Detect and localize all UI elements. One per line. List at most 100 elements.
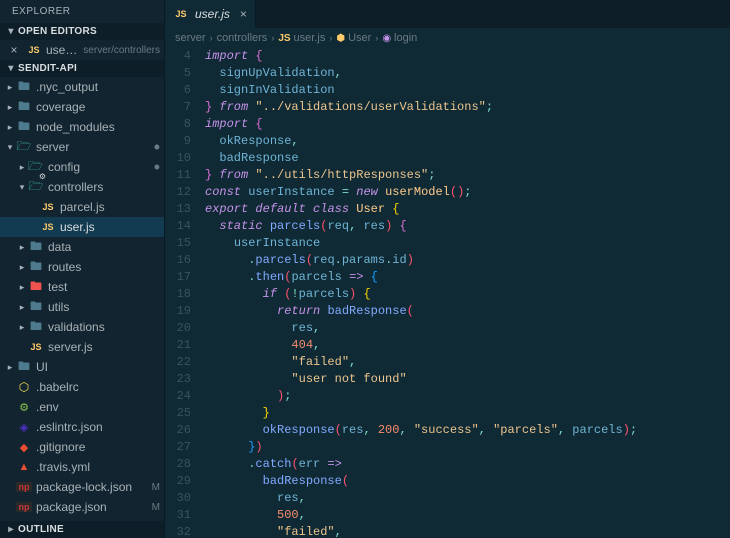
tree-item[interactable]: ▸🖿test xyxy=(0,277,164,297)
js-icon: JS xyxy=(26,45,42,55)
method-icon: ◉ xyxy=(382,33,391,44)
tree-item-label: server xyxy=(36,140,152,154)
crumb[interactable]: server xyxy=(175,32,206,44)
crumb[interactable]: user.js xyxy=(294,32,326,44)
tree-item-label: config xyxy=(48,160,152,174)
tree-item[interactable]: ◆ .gitignore xyxy=(0,437,164,457)
code-editor[interactable]: 4567891011121314151617181920212223242526… xyxy=(165,48,730,538)
chevron-right-icon: › xyxy=(375,33,378,43)
tree-item[interactable]: ▸🖿data xyxy=(0,237,164,257)
tree-item[interactable]: JSserver.js xyxy=(0,337,164,357)
chevron-right-icon: ▸ xyxy=(4,362,16,373)
chevron-right-icon: ▸ xyxy=(4,524,18,535)
code-lines[interactable]: import { signUpValidation, signInValidat… xyxy=(205,48,730,538)
travis-icon: ▲ xyxy=(16,461,32,473)
chevron-down-icon: ▾ xyxy=(4,63,18,74)
folder-config-icon: 🗁⚙ xyxy=(28,157,44,178)
line-gutter: 4567891011121314151617181920212223242526… xyxy=(165,48,205,538)
js-icon: JS xyxy=(173,9,189,19)
chevron-down-icon: ▾ xyxy=(16,182,28,193)
tree-item[interactable]: ◈.eslintrc.json xyxy=(0,417,164,437)
tree-item-label: validations xyxy=(48,320,160,334)
tree-item[interactable]: ⚙ .env xyxy=(0,397,164,417)
chevron-down-icon: ▾ xyxy=(4,26,18,37)
editor-area: JS user.js × server › controllers › JS u… xyxy=(165,0,730,538)
npm-icon: np xyxy=(16,502,32,512)
crumb[interactable]: controllers xyxy=(217,32,268,44)
folder-icon: 🖿 xyxy=(28,237,44,258)
tree-item[interactable]: ▸🖿utils xyxy=(0,297,164,317)
crumb[interactable]: login xyxy=(394,32,417,44)
class-icon: ⬢ xyxy=(336,33,345,44)
tree-item[interactable]: ▾🗁server• xyxy=(0,137,164,157)
folder-icon: 🖿 xyxy=(28,317,44,338)
folder-icon: 🖿 xyxy=(16,77,32,98)
js-icon: JS xyxy=(278,33,290,44)
js-icon: JS xyxy=(40,202,56,212)
chevron-right-icon: ▸ xyxy=(16,282,28,293)
tree-item[interactable]: ▸🖿.nyc_output xyxy=(0,77,164,97)
npm-icon: np xyxy=(16,482,32,492)
js-icon: JS xyxy=(40,222,56,232)
tree-item[interactable]: ▸🖿routes xyxy=(0,257,164,277)
tree-item-label: user.js xyxy=(60,220,160,234)
folder-icon: 🖿 xyxy=(16,357,32,378)
js-icon: JS xyxy=(28,342,44,352)
chevron-right-icon: › xyxy=(329,33,332,43)
close-icon[interactable]: × xyxy=(6,43,22,57)
tree-item-label: parcel.js xyxy=(60,200,160,214)
dirty-dot-icon: • xyxy=(154,143,160,151)
chevron-right-icon: › xyxy=(271,33,274,43)
close-icon[interactable]: × xyxy=(240,7,247,21)
tree-item-label: .eslintrc.json xyxy=(36,420,160,434)
project-label: SENDIT-API xyxy=(18,63,77,74)
tree-item-label: UI xyxy=(36,360,160,374)
folder-icon: 🖿 xyxy=(16,97,32,118)
chevron-right-icon: ▸ xyxy=(4,122,16,133)
crumb[interactable]: User xyxy=(348,32,371,44)
breadcrumbs[interactable]: server › controllers › JS user.js › ⬢ Us… xyxy=(165,28,730,48)
folder-icon: 🖿 xyxy=(28,297,44,318)
git-icon: ◆ xyxy=(16,441,32,454)
babel-icon: ⬡ xyxy=(16,380,32,394)
tree-item-label: controllers xyxy=(48,180,160,194)
tree-item[interactable]: ⬡.babelrc xyxy=(0,377,164,397)
tree-item[interactable]: ▾🗁controllers xyxy=(0,177,164,197)
tree-item-label: .env xyxy=(36,400,160,414)
env-icon: ⚙ xyxy=(16,401,32,414)
explorer-panel: EXPLORER ▾ OPEN EDITORS × JS user.js ser… xyxy=(0,0,165,538)
folder-open-icon: 🗁 xyxy=(16,137,32,158)
open-editor-name: user.js xyxy=(46,43,79,57)
chevron-right-icon: ▸ xyxy=(16,242,28,253)
chevron-right-icon: ▸ xyxy=(16,322,28,333)
open-editors-header[interactable]: ▾ OPEN EDITORS xyxy=(0,23,164,40)
open-editors-label: OPEN EDITORS xyxy=(18,26,97,37)
open-editor-path: server/controllers xyxy=(83,45,160,56)
dirty-dot-icon: • xyxy=(154,163,160,171)
chevron-right-icon: ▸ xyxy=(16,162,28,173)
outline-label: OUTLINE xyxy=(18,524,64,535)
tree-item-label: routes xyxy=(48,260,160,274)
tree-item-label: .nyc_output xyxy=(36,80,160,94)
tree-item[interactable]: ▸🖿coverage xyxy=(0,97,164,117)
tree-item-label: .gitignore xyxy=(36,440,160,454)
file-tree: ▸🖿.nyc_output▸🖿coverage▸🖿node_modules▾🗁s… xyxy=(0,77,164,521)
tree-item[interactable]: JS parcel.js xyxy=(0,197,164,217)
panel-title: EXPLORER xyxy=(0,0,164,23)
outline-header[interactable]: ▸ OUTLINE xyxy=(0,521,164,538)
tree-item[interactable]: nppackage-lock.jsonM xyxy=(0,477,164,497)
tree-item[interactable]: nppackage.jsonM xyxy=(0,497,164,517)
tree-item-label: node_modules xyxy=(36,120,160,134)
tree-item[interactable]: ▸🖿 validations xyxy=(0,317,164,337)
git-badge: M xyxy=(152,482,160,493)
tree-item[interactable]: JS user.js xyxy=(0,217,164,237)
tab-user-js[interactable]: JS user.js × xyxy=(165,0,256,28)
tree-item[interactable]: ▸🗁⚙ config• xyxy=(0,157,164,177)
tree-item[interactable]: ▲.travis.yml xyxy=(0,457,164,477)
tree-item[interactable]: ▸🖿 UI xyxy=(0,357,164,377)
open-editor-item[interactable]: × JS user.js server/controllers xyxy=(0,40,164,60)
tree-item[interactable]: ▸🖿node_modules xyxy=(0,117,164,137)
chevron-right-icon: ▸ xyxy=(16,262,28,273)
project-header[interactable]: ▾ SENDIT-API xyxy=(0,60,164,77)
chevron-right-icon: ▸ xyxy=(4,102,16,113)
